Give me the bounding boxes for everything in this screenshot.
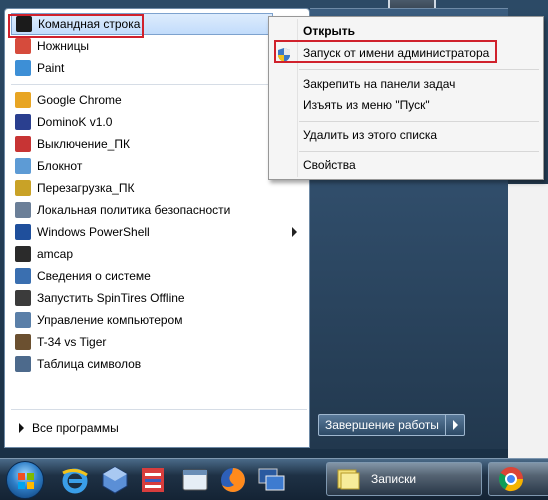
windows-logo-icon: [18, 473, 34, 489]
background-window-edge: [508, 184, 548, 474]
charmap-icon: [15, 356, 31, 372]
program-item[interactable]: Командная строка: [11, 13, 273, 35]
program-label: Блокнот: [37, 159, 83, 173]
program-item[interactable]: Блокнот: [11, 155, 307, 177]
program-label: Управление компьютером: [37, 313, 183, 327]
camera-icon: [15, 246, 31, 262]
program-label: Выключение_ПК: [37, 137, 130, 151]
program-item[interactable]: Запустить SpinTires Offline: [11, 287, 307, 309]
restart-app-icon: [15, 180, 31, 196]
program-item[interactable]: DominoK v1.0: [11, 111, 307, 133]
arrow-right-icon: [19, 423, 24, 433]
program-item[interactable]: Локальная политика безопасности: [11, 199, 307, 221]
taskbar-notes-label: Записки: [371, 472, 417, 486]
firefox-icon[interactable]: [218, 465, 248, 495]
powershell-icon: [15, 224, 31, 240]
notes-icon: [337, 469, 360, 490]
start-menu: Командная строка Ножницы Paint Google Chrom…: [4, 8, 310, 448]
program-item[interactable]: Paint: [11, 57, 307, 79]
scissors-icon: [15, 38, 31, 54]
menu-separator: [299, 69, 539, 70]
system-info-icon: [15, 268, 31, 284]
program-label: Запустить SpinTires Offline: [37, 291, 185, 305]
program-label: Сведения о системе: [37, 269, 151, 283]
program-label: Windows PowerShell: [37, 225, 150, 239]
program-item[interactable]: Выключение_ПК: [11, 133, 307, 155]
program-item[interactable]: Управление компьютером: [11, 309, 307, 331]
domino-icon: [15, 114, 31, 130]
security-policy-icon: [15, 202, 31, 218]
shutdown-options-button[interactable]: [445, 414, 465, 436]
remote-desktop-icon[interactable]: [256, 465, 286, 495]
program-label: Перезагрузка_ПК: [37, 181, 135, 195]
menu-separator: [299, 121, 539, 122]
program-label: DominoK v1.0: [37, 115, 113, 129]
program-item[interactable]: Google Chrome: [11, 89, 307, 111]
taskbar-chrome-button[interactable]: [488, 462, 548, 496]
all-programs-button[interactable]: Все программы: [19, 421, 119, 435]
tank-game-icon: [15, 334, 31, 350]
program-item[interactable]: Сведения о системе: [11, 265, 307, 287]
shutdown-app-icon: [15, 136, 31, 152]
all-programs-label: Все программы: [32, 421, 119, 435]
chrome-icon: [498, 467, 523, 492]
program-label: Таблица символов: [37, 357, 142, 371]
window-icon[interactable]: [180, 465, 210, 495]
menu-item-open[interactable]: Открыть: [303, 21, 355, 41]
program-item[interactable]: T-34 vs Tiger: [11, 331, 307, 353]
start-button[interactable]: [6, 461, 44, 499]
program-label: Ножницы: [37, 39, 90, 53]
chrome-icon: [15, 92, 31, 108]
program-item[interactable]: Windows PowerShell: [11, 221, 307, 243]
taskbar: Записки: [0, 458, 548, 500]
divider: [11, 409, 307, 410]
divider: [11, 84, 307, 85]
archiver-icon[interactable]: [138, 465, 168, 495]
uac-shield-icon: [278, 48, 290, 62]
program-label: amcap: [37, 247, 74, 261]
program-item[interactable]: Перезагрузка_ПК: [11, 177, 307, 199]
notepad-icon: [15, 158, 31, 174]
program-label: Локальная политика безопасности: [37, 203, 231, 217]
menu-item-run-as-admin[interactable]: Запуск от имени администратора: [303, 43, 489, 63]
submenu-arrow-icon: [292, 227, 297, 237]
ie-icon[interactable]: [60, 465, 90, 495]
program-label: Командная строка: [38, 17, 141, 31]
virtualbox-icon[interactable]: [100, 465, 130, 495]
menu-item-properties[interactable]: Свойства: [303, 155, 356, 175]
menu-item-remove-list[interactable]: Удалить из этого списка: [303, 125, 437, 145]
program-label: Google Chrome: [37, 93, 122, 107]
menu-item-unpin-start[interactable]: Изъять из меню "Пуск": [303, 95, 430, 115]
menu-item-pin-taskbar[interactable]: Закрепить на панели задач: [303, 74, 455, 94]
program-item[interactable]: Таблица символов: [11, 353, 307, 375]
computer-management-icon: [15, 312, 31, 328]
shutdown-button[interactable]: Завершение работы: [318, 414, 446, 436]
program-label: Paint: [37, 61, 65, 75]
program-item[interactable]: amcap: [11, 243, 307, 265]
spintires-icon: [15, 290, 31, 306]
context-menu: Открыть Запуск от имени администратора З…: [268, 16, 544, 180]
menu-separator: [299, 151, 539, 152]
program-item[interactable]: Ножницы: [11, 35, 307, 57]
menu-gutter: [297, 19, 298, 177]
taskbar-notes-button[interactable]: Записки: [326, 462, 482, 496]
cmd-icon: [16, 16, 32, 32]
paint-icon: [15, 60, 31, 76]
program-label: T-34 vs Tiger: [37, 335, 107, 349]
shutdown-group: Завершение работы: [318, 414, 465, 436]
